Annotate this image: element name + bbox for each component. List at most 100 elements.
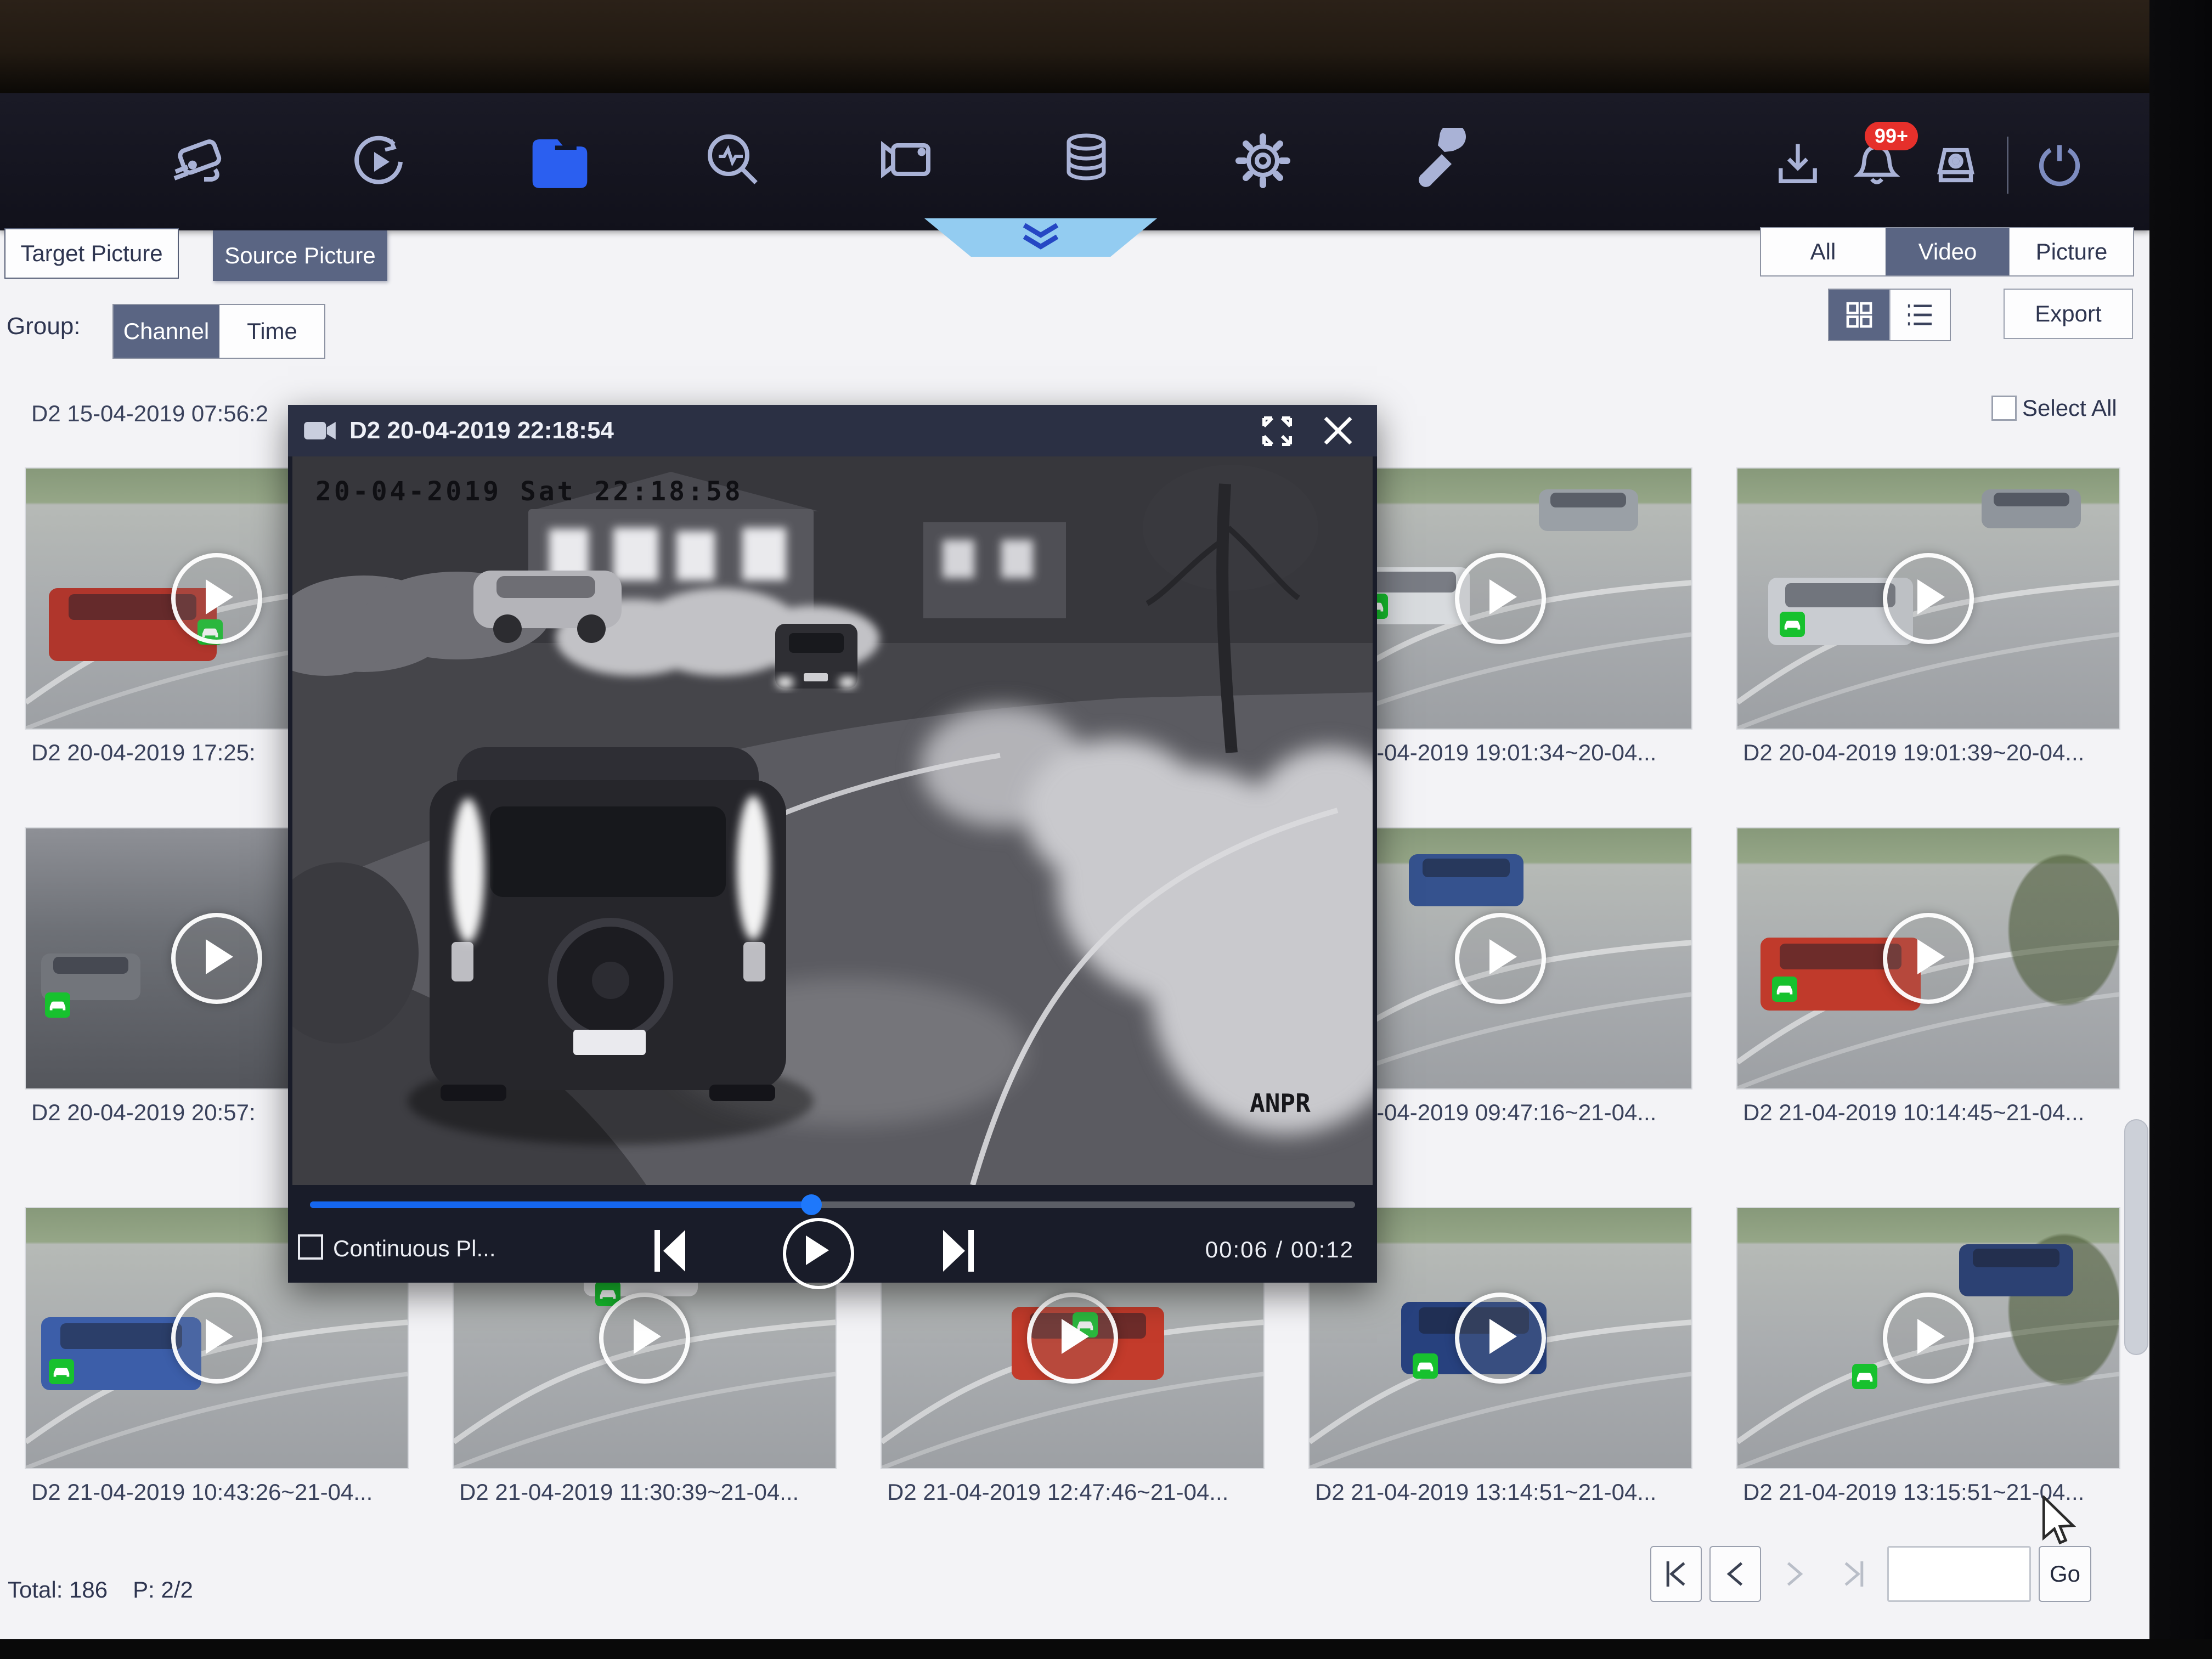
play-triangle	[1062, 1319, 1089, 1354]
power-icon[interactable]	[2027, 129, 2092, 201]
play-overlay-icon[interactable]	[1883, 913, 1974, 1004]
group-time[interactable]: Time	[219, 305, 324, 358]
result-item-label: D2 21-04-2019 10:14:45~21-04...	[1743, 1099, 2114, 1126]
filter-picture[interactable]: Picture	[2009, 228, 2133, 275]
tab-target-picture[interactable]: Target Picture	[4, 228, 179, 279]
group-label: Group:	[7, 313, 81, 340]
maintenance-wrench-icon[interactable]	[1401, 120, 1478, 202]
live-view-camera-icon[interactable]	[165, 120, 241, 202]
fullscreen-icon[interactable]	[1261, 415, 1294, 450]
settings-gear-icon[interactable]	[1224, 120, 1301, 202]
car-window	[1785, 583, 1895, 607]
nvr-screen: 99+ Target Picture	[0, 93, 2149, 1639]
detected-vehicle	[1959, 1244, 2074, 1296]
car-window	[53, 957, 129, 974]
play-overlay-icon[interactable]	[171, 913, 262, 1004]
play-overlay-icon[interactable]	[1455, 1293, 1546, 1384]
play-triangle	[1489, 1319, 1517, 1354]
result-thumbnail[interactable]	[1736, 827, 2120, 1090]
play-triangle	[1489, 939, 1517, 974]
list-view-icon[interactable]	[1889, 290, 1950, 340]
filter-video[interactable]: Video	[1885, 228, 2009, 275]
close-icon[interactable]	[1320, 413, 1356, 452]
playback-modal: D2 20-04-2019 22:18:54	[288, 405, 1377, 1283]
vehicle-detection-badge	[1852, 1364, 1877, 1389]
page-number-input[interactable]	[1887, 1546, 2031, 1602]
recorder-device-icon[interactable]	[1923, 129, 1988, 201]
result-thumbnail[interactable]	[1736, 467, 2120, 730]
car-window	[1550, 493, 1626, 507]
play-overlay-icon[interactable]	[1883, 553, 1974, 644]
first-page-button[interactable]	[1650, 1546, 1702, 1602]
group-segmented: Channel Time	[112, 304, 325, 359]
monitor-bezel-right	[2149, 0, 2212, 1659]
toolbar-system-group: 99+	[1765, 129, 2092, 201]
play-triangle	[634, 1319, 661, 1354]
download-icon[interactable]	[1765, 129, 1830, 201]
play-triangle	[1917, 579, 1945, 614]
car-window	[1369, 572, 1457, 592]
play-triangle	[206, 1319, 233, 1354]
select-all-label: Select All	[2022, 395, 2117, 421]
play-triangle	[206, 579, 233, 614]
progress-handle[interactable]	[801, 1194, 822, 1215]
result-item-label: D2 20-04-2019 19:01:39~20-04...	[1743, 740, 2114, 766]
continuous-playback-checkbox[interactable]	[298, 1234, 323, 1260]
playback-icon[interactable]	[341, 120, 418, 202]
playback-progress-bar[interactable]	[310, 1201, 1355, 1208]
car-window	[1423, 859, 1510, 877]
result-item-label: D2 21-04-2019 12:47:46~21-04...	[887, 1479, 1258, 1505]
play-button[interactable]	[783, 1218, 854, 1289]
play-overlay-icon[interactable]	[1455, 913, 1546, 1004]
progress-fill	[310, 1201, 811, 1208]
play-overlay-icon[interactable]	[599, 1293, 690, 1384]
group-channel[interactable]: Channel	[114, 305, 219, 358]
play-overlay-icon[interactable]	[171, 1293, 262, 1384]
play-overlay-icon[interactable]	[171, 553, 262, 644]
main-toolbar: 99+	[0, 93, 2149, 230]
play-overlay-icon[interactable]	[1027, 1293, 1118, 1384]
camera-icon	[302, 417, 337, 444]
smart-analysis-search-icon[interactable]	[695, 120, 771, 202]
collapse-panel-tab[interactable]	[924, 218, 1157, 257]
result-item[interactable]: D2 21-04-2019 13:15:51~21-04...	[1736, 1207, 2120, 1469]
next-file-button[interactable]	[939, 1226, 978, 1279]
result-item[interactable]: D2 21-04-2019 10:14:45~21-04...	[1736, 827, 2120, 1090]
car-window	[1994, 493, 2069, 507]
play-triangle	[1917, 1319, 1945, 1354]
export-button[interactable]: Export	[2004, 289, 2133, 339]
go-button[interactable]: Go	[2039, 1546, 2091, 1602]
distant-car	[775, 624, 857, 689]
play-overlay-icon[interactable]	[1883, 1293, 1974, 1384]
toolbar-nav-group	[165, 120, 1478, 202]
video-camera-icon[interactable]	[871, 120, 948, 202]
cctv-scene	[1737, 828, 2119, 1088]
result-item-label: D2 21-04-2019 11:30:39~21-04...	[459, 1479, 830, 1505]
filter-all[interactable]: All	[1761, 228, 1885, 275]
tab-source-picture[interactable]: Source Picture	[213, 230, 387, 281]
grid-view-icon[interactable]	[1829, 290, 1889, 340]
type-filter-segmented: All Video Picture	[1760, 227, 2134, 276]
result-item-label: D2 21-04-2019 10:43:26~21-04...	[31, 1479, 402, 1505]
previous-page-button[interactable]	[1709, 1546, 1761, 1602]
next-page-button[interactable]	[1769, 1546, 1820, 1602]
toolbar-divider	[2007, 137, 2008, 194]
mouse-cursor	[2042, 1496, 2078, 1546]
background-vehicle	[1982, 489, 2081, 528]
storage-database-icon[interactable]	[1048, 120, 1125, 202]
result-thumbnail[interactable]	[1736, 1207, 2120, 1469]
last-page-button[interactable]	[1828, 1546, 1880, 1602]
photo-frame: 99+ Target Picture	[0, 0, 2212, 1659]
result-item[interactable]: D2 20-04-2019 19:01:39~20-04...	[1736, 467, 2120, 730]
play-icon	[806, 1235, 829, 1265]
pagination: Go	[1650, 1546, 2091, 1602]
select-all-checkbox[interactable]	[1991, 396, 2017, 421]
previous-file-button[interactable]	[650, 1226, 690, 1279]
vehicle-detection-badge	[1780, 612, 1805, 637]
alarm-bell-icon[interactable]: 99+	[1844, 129, 1909, 201]
view-mode-toggle	[1828, 289, 1951, 341]
scrollbar-thumb[interactable]	[2124, 1119, 2148, 1355]
video-canvas[interactable]: 20-04-2019 Sat 22:18:58 ANPR	[292, 456, 1373, 1185]
file-management-folder-icon[interactable]	[518, 120, 595, 202]
play-overlay-icon[interactable]	[1455, 553, 1546, 644]
